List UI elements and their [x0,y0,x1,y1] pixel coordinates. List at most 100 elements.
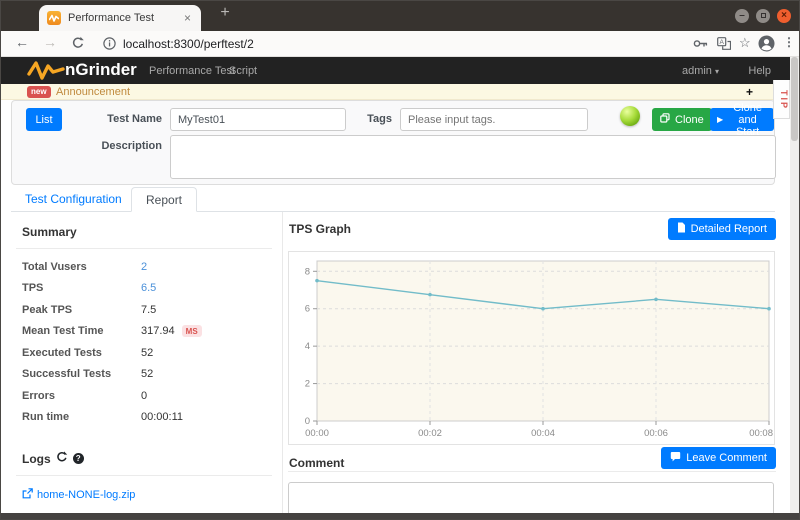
tags-label: Tags [367,113,392,125]
external-link-icon [22,486,33,504]
help-question-icon[interactable]: ? [72,453,84,464]
maximize-button[interactable] [756,9,770,23]
chevron-down-icon: ▾ [714,67,719,76]
mean-test-time-value: 317.94 [141,325,175,338]
tab-report[interactable]: Report [131,187,198,212]
summary-rows: Total Vusers 2 TPS 6.5 Peak TPS 7.5 Mean… [16,256,272,428]
column-divider [282,212,283,513]
speech-bubble-icon [670,451,681,465]
svg-text:8: 8 [305,266,310,277]
divider [16,475,272,476]
ngrinder-favicon-icon [47,11,61,25]
play-icon: ▶ [717,115,724,124]
summary-row-tps: TPS 6.5 [22,282,157,295]
successful-tests-value: 52 [141,368,154,381]
announcement-bar: new Announcement + [1,84,799,100]
description-textarea[interactable] [170,135,776,179]
list-button[interactable]: List [26,108,62,131]
summary-title: Summary [22,225,77,239]
refresh-icon[interactable] [56,450,68,468]
announcement-expand-icon[interactable]: + [746,85,753,99]
tags-input[interactable] [400,108,588,131]
svg-text:2: 2 [305,379,310,390]
log-file-link[interactable]: home-NONE-log.zip [37,489,135,501]
clone-and-start-button[interactable]: ▶ Clone and Start [710,102,774,138]
tps-value[interactable]: 6.5 [141,282,156,294]
logs-section: Logs ? home-NONE-log.zip [16,449,272,504]
nav-performance-test[interactable]: Performance Test [149,65,235,77]
run-time-value: 00:00:11 [141,411,184,424]
reload-icon[interactable] [71,36,85,55]
scrollbar-thumb[interactable] [791,57,798,141]
summary-row-peak-tps: Peak TPS 7.5 [22,303,157,316]
clone-button[interactable]: Clone [652,108,712,131]
tip-tab[interactable]: TIP [773,80,790,119]
tps-chart: 0 2 4 6 8 00:00 00:02 00:04 00:06 00:08 [288,251,775,445]
close-window-button[interactable]: × [777,9,791,23]
announcement-label[interactable]: Announcement [56,86,130,98]
bookmark-star-icon[interactable]: ☆ [739,35,751,51]
browser-tab[interactable]: Performance Test × [39,5,201,31]
summary-row-successful-tests: Successful Tests 52 [22,368,154,381]
ms-unit-badge: MS [181,325,202,338]
address-bar[interactable]: localhost:8300/perftest/2 [123,37,254,51]
executed-tests-value: 52 [141,346,154,359]
nav-script[interactable]: Script [229,65,257,77]
status-ball-icon[interactable] [620,106,640,126]
site-info-icon[interactable] [103,37,116,55]
test-header-card: List Test Name Tags Clone ▶ Clone and St… [11,100,776,185]
ngrinder-navbar: nGrinder Performance Test Script admin ▾… [1,57,799,84]
svg-text:00:00: 00:00 [305,428,329,439]
summary-row-errors: Errors 0 [22,389,148,402]
svg-text:00:02: 00:02 [418,428,442,439]
peak-tps-value: 7.5 [141,303,157,316]
summary-row-executed-tests: Executed Tests 52 [22,346,154,359]
profile-avatar[interactable] [758,35,775,57]
password-key-icon[interactable] [693,37,708,55]
help-link[interactable]: Help [748,65,771,77]
svg-text:00:06: 00:06 [644,428,668,439]
tab-close-icon[interactable]: × [182,11,193,25]
window-bottom-border [1,513,799,519]
description-label: Description [101,140,162,152]
browser-window: Performance Test × + – × ← → localhost:8… [0,0,800,520]
detailed-report-button[interactable]: Detailed Report [667,218,776,240]
tps-graph-title: TPS Graph [289,222,352,236]
total-vusers-value[interactable]: 2 [141,261,147,273]
forward-icon[interactable]: → [43,34,57,50]
svg-text:0: 0 [305,416,310,427]
svg-text:00:04: 00:04 [531,428,555,439]
summary-row-run-time: Run time 00:00:11 [22,411,184,424]
back-icon[interactable]: ← [15,34,29,50]
svg-text:4: 4 [305,341,310,352]
browser-toolbar: ← → localhost:8300/perftest/2 A ☆ ⋮ [1,31,799,57]
browser-menu-kebab-icon[interactable]: ⋮ [783,35,795,49]
divider [16,248,272,249]
divider [288,471,776,472]
log-file-row: home-NONE-log.zip [16,486,272,504]
minimize-button[interactable]: – [735,9,749,23]
brand-name[interactable]: nGrinder [65,60,137,80]
svg-text:A: A [720,39,725,46]
leave-comment-button[interactable]: Leave Comment [661,447,776,469]
new-tab-button[interactable]: + [213,4,237,22]
browser-titlebar: Performance Test × + – × [1,1,799,31]
tab-title: Performance Test [68,12,155,24]
page-scrollbar[interactable] [790,57,799,513]
svg-text:00:08: 00:08 [749,428,773,439]
window-controls: – × [735,9,791,23]
summary-row-mean-test-time: Mean Test Time 317.94 MS [16,321,272,343]
tab-test-configuration[interactable]: Test Configuration [11,187,136,212]
summary-panel: Summary Total Vusers 2 TPS 6.5 Peak TPS … [16,212,272,501]
summary-row-total-vusers: Total Vusers 2 [22,260,148,273]
document-icon [677,222,686,236]
admin-menu[interactable]: admin ▾ [682,65,719,77]
svg-text:6: 6 [305,304,310,315]
new-badge: new [27,86,51,98]
translate-icon[interactable]: A [717,37,732,55]
test-name-input[interactable] [170,108,346,131]
clone-icon [660,113,670,126]
tps-chart-svg: 0 2 4 6 8 00:00 00:02 00:04 00:06 00:08 [305,260,773,439]
test-name-label: Test Name [107,113,162,125]
errors-value: 0 [141,389,148,402]
